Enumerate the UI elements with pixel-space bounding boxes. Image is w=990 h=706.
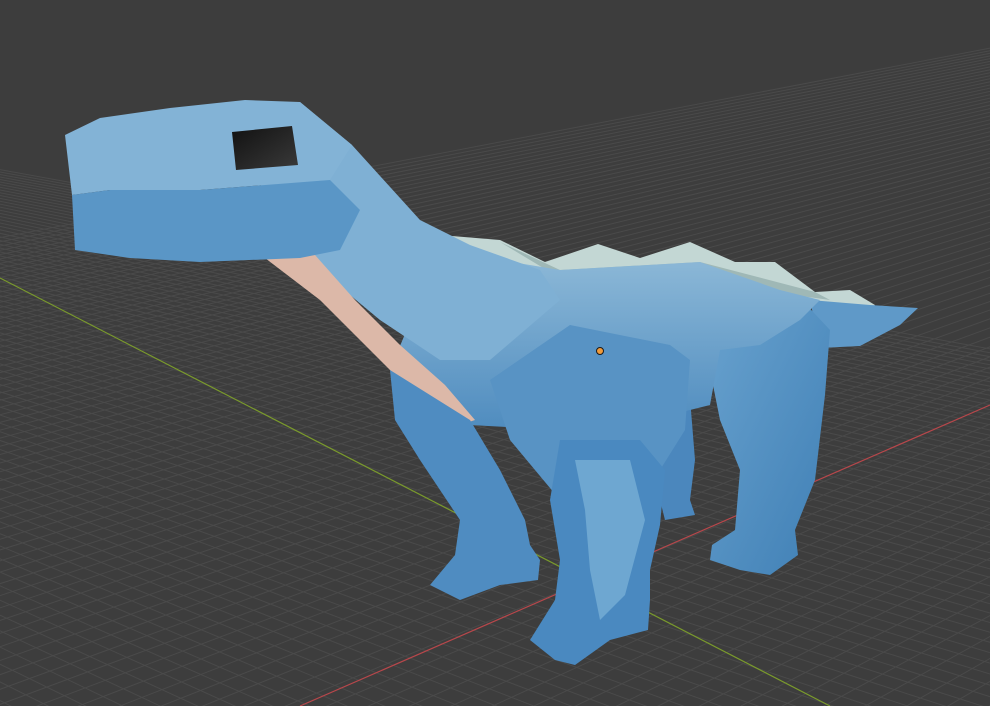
3d-viewport[interactable]	[0, 0, 990, 706]
viewport-canvas[interactable]	[0, 0, 990, 706]
eye	[232, 126, 298, 170]
head-bottom	[72, 180, 360, 262]
object-origin-marker[interactable]	[596, 347, 604, 355]
head-top	[65, 100, 352, 195]
